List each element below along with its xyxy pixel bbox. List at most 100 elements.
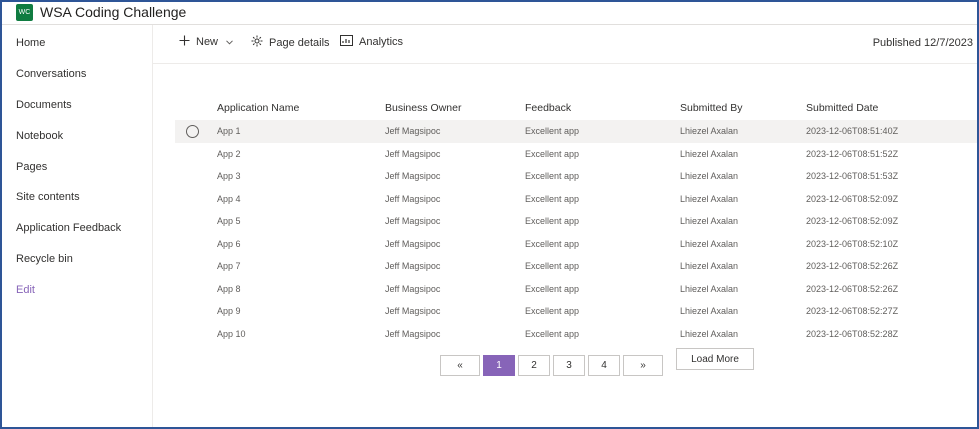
cell-submitted-by: Lhiezel Axalan [680,283,739,294]
cell-feedback: Excellent app [525,120,680,143]
table-row[interactable]: App 6 Jeff Magsipoc Excellent app Lhieze… [175,233,977,256]
row-select-cell[interactable] [175,323,217,346]
cell-submitted-by: Lhiezel Axalan [680,328,739,339]
cell-business-owner: Jeff Magsipoc [385,171,441,182]
analytics-label: Analytics [359,36,404,48]
column-header-submitted-by[interactable]: Submitted By [680,96,806,120]
column-header-feedback[interactable]: Feedback [525,96,680,120]
table-row[interactable]: App 9 Jeff Magsipoc Excellent app Lhieze… [175,300,977,323]
published-status: Published 12/7/2023 [872,37,973,49]
page-details-label: Page details [269,36,330,49]
load-more-button[interactable]: Load More [676,348,754,370]
cell-submitted-date: 2023-12-06T08:52:26Z [806,283,899,294]
cell-submitted-by: Lhiezel Axalan [680,193,739,204]
site-logo[interactable]: WC [16,4,33,21]
cell-submitted-date: 2023-12-06T08:52:26Z [806,261,899,272]
table-row[interactable]: App 4 Jeff Magsipoc Excellent app Lhieze… [175,188,977,211]
cell-submitted-date: 2023-12-06T08:52:27Z [806,306,899,317]
page-button-2[interactable]: 2 [518,355,550,376]
cell-business-owner: Jeff Magsipoc [385,283,441,294]
cell-submitted-date: 2023-12-06T08:51:52Z [806,148,899,159]
row-select-cell[interactable] [175,143,217,166]
cell-feedback: Excellent app [525,238,580,249]
page-button-3[interactable]: 3 [553,355,585,376]
site-title[interactable]: WSA Coding Challenge [40,4,186,20]
row-select-cell[interactable] [175,278,217,301]
sidebar-item-home[interactable]: Home [16,37,45,49]
new-button-label: New [196,36,219,48]
cell-feedback: Excellent app [525,216,580,227]
row-select-cell[interactable] [175,188,217,211]
row-select-cell[interactable] [175,120,217,143]
cell-business-owner: Jeff Magsipoc [385,306,441,317]
cell-business-owner: Jeff Magsipoc [385,193,441,204]
cell-application-name: App 2 [217,148,241,159]
cell-application-name: App 7 [217,261,241,272]
row-select-cell[interactable] [175,165,217,188]
table-row[interactable]: App 7 Jeff Magsipoc Excellent app Lhieze… [175,255,977,278]
cell-submitted-by: Lhiezel Axalan [680,306,739,317]
row-select-cell[interactable] [175,210,217,233]
cell-feedback: Excellent app [525,193,580,204]
cell-submitted-by: Lhiezel Axalan [680,148,739,159]
site-header: WC WSA Coding Challenge [2,2,977,25]
command-bar: New Page details Analytics Published 12/… [153,25,977,61]
cell-business-owner: Jeff Magsipoc [385,148,441,159]
cell-submitted-by: Lhiezel Axalan [680,120,806,143]
cell-business-owner: Jeff Magsipoc [385,328,441,339]
cell-feedback: Excellent app [525,148,580,159]
feedback-list: Application Name Business Owner Feedback… [175,96,977,346]
row-select-radio[interactable] [186,124,199,138]
chevron-down-icon [226,36,233,48]
next-page-button[interactable]: » [623,355,663,376]
table-row[interactable]: App 2 Jeff Magsipoc Excellent app Lhieze… [175,143,977,166]
cell-submitted-date: 2023-12-06T08:52:09Z [806,193,899,204]
sidebar-item-pages[interactable]: Pages [16,161,47,173]
cell-business-owner: Jeff Magsipoc [385,261,441,272]
page-button-1[interactable]: 1 [483,355,515,376]
cell-application-name: App 3 [217,171,241,182]
new-button[interactable]: New [179,35,233,49]
table-row[interactable]: App 5 Jeff Magsipoc Excellent app Lhieze… [175,210,977,233]
analytics-icon [340,35,353,49]
analytics-button[interactable]: Analytics [340,35,403,49]
sidebar-item-application-feedback[interactable]: Application Feedback [16,222,121,234]
cell-application-name: App 9 [217,306,241,317]
row-select-cell[interactable] [175,233,217,256]
table-row[interactable]: App 8 Jeff Magsipoc Excellent app Lhieze… [175,278,977,301]
sidebar-item-site-contents[interactable]: Site contents [16,191,80,203]
sidebar-item-recycle-bin[interactable]: Recycle bin [16,253,73,265]
table-row[interactable]: App 3 Jeff Magsipoc Excellent app Lhieze… [175,165,977,188]
cell-submitted-date: 2023-12-06T08:52:09Z [806,216,899,227]
cell-application-name: App 10 [217,328,246,339]
cell-submitted-date: 2023-12-06T08:52:28Z [806,328,899,339]
select-column-header [175,96,217,120]
row-select-cell[interactable] [175,300,217,323]
sidebar-item-documents[interactable]: Documents [16,99,72,111]
sidebar-item-notebook[interactable]: Notebook [16,130,63,142]
cell-application-name: App 8 [217,283,241,294]
cell-application-name: App 4 [217,193,241,204]
cell-feedback: Excellent app [525,171,580,182]
cell-feedback: Excellent app [525,261,580,272]
gear-icon [251,35,263,50]
cell-submitted-date: 2023-12-06T08:51:53Z [806,171,899,182]
table-row[interactable]: App 10 Jeff Magsipoc Excellent app Lhiez… [175,323,977,346]
column-header-application-name[interactable]: Application Name [217,96,385,120]
page-button-4[interactable]: 4 [588,355,620,376]
table-row[interactable]: App 1 Jeff Magsipoc Excellent app Lhieze… [175,120,977,143]
cell-application-name: App 5 [217,216,241,227]
row-select-cell[interactable] [175,255,217,278]
sidebar-edit-link[interactable]: Edit [16,284,35,296]
previous-page-button[interactable]: « [440,355,480,376]
column-header-submitted-date[interactable]: Submitted Date [806,96,977,120]
cell-submitted-by: Lhiezel Axalan [680,171,739,182]
cell-business-owner: Jeff Magsipoc [385,216,441,227]
sidebar-item-conversations[interactable]: Conversations [16,68,86,80]
cell-submitted-date: 2023-12-06T08:51:40Z [806,120,977,143]
command-bar-divider [153,63,977,64]
cell-feedback: Excellent app [525,306,580,317]
page-details-button[interactable]: Page details [251,35,330,50]
app-window: WC WSA Coding Challenge Home Conversatio… [0,0,979,429]
column-header-business-owner[interactable]: Business Owner [385,96,525,120]
